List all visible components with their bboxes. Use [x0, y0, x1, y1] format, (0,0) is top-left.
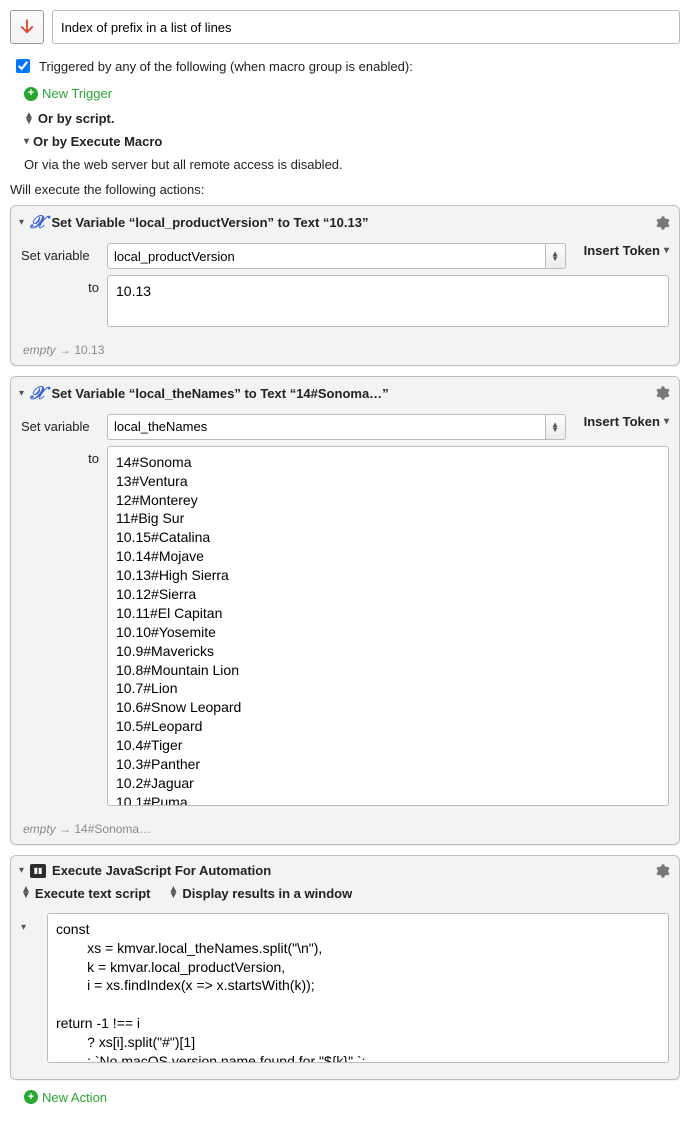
new-trigger-button[interactable]: + New Trigger: [24, 86, 680, 101]
status-line: empty → 14#Sonoma…: [11, 822, 679, 844]
action-set-variable-productversion: ▾ 𝒳 Set Variable “local_productVersion” …: [10, 205, 680, 366]
value-textarea[interactable]: [107, 446, 669, 806]
sort-icon: ▲▼: [21, 887, 31, 899]
variable-icon: 𝒳: [30, 212, 45, 233]
action-title: Set Variable “local_theNames” to Text “1…: [52, 386, 647, 401]
macro-title-input[interactable]: [52, 10, 680, 44]
variable-dropdown[interactable]: ▲▼: [546, 243, 566, 269]
execute-text-script-select[interactable]: ▲▼ Execute text script: [21, 886, 151, 901]
action-execute-jxa: ▾ ▮▮ Execute JavaScript For Automation ▲…: [10, 855, 680, 1080]
set-variable-label: Set variable: [21, 243, 99, 263]
macro-icon: [10, 10, 44, 44]
disclosure-icon[interactable]: ▾: [19, 388, 24, 399]
code-disclosure[interactable]: ▾: [21, 913, 39, 933]
to-label: to: [21, 275, 99, 295]
disclosure-icon[interactable]: ▾: [19, 217, 24, 228]
new-trigger-label: New Trigger: [42, 86, 112, 101]
will-execute-label: Will execute the following actions:: [10, 182, 680, 197]
disclosure-icon[interactable]: ▾: [19, 865, 24, 876]
gear-icon[interactable]: [653, 384, 671, 402]
gear-icon[interactable]: [653, 214, 671, 232]
insert-token-button[interactable]: Insert Token ▾: [584, 414, 669, 429]
sort-icon: ▲▼: [169, 887, 179, 899]
triggered-by-checkbox[interactable]: Triggered by any of the following (when …: [12, 56, 680, 76]
action-title: Execute JavaScript For Automation: [52, 863, 647, 878]
terminal-icon: ▮▮: [30, 864, 46, 878]
action-set-variable-thenames: ▾ 𝒳 Set Variable “local_theNames” to Tex…: [10, 376, 680, 845]
plus-icon: +: [24, 87, 38, 101]
set-variable-label: Set variable: [21, 414, 99, 434]
chevron-down-icon: ▾: [664, 245, 669, 256]
variable-dropdown[interactable]: ▲▼: [546, 414, 566, 440]
action-title: Set Variable “local_productVersion” to T…: [52, 215, 647, 230]
triggered-by-label: Triggered by any of the following (when …: [39, 59, 413, 74]
via-web-server-label: Or via the web server but all remote acc…: [24, 157, 680, 172]
gear-icon[interactable]: [653, 862, 671, 880]
triggered-checkbox[interactable]: [16, 59, 30, 73]
variable-icon: 𝒳: [30, 383, 45, 404]
to-label: to: [21, 446, 99, 466]
display-results-select[interactable]: ▲▼ Display results in a window: [169, 886, 353, 901]
variable-name-input[interactable]: [107, 243, 546, 269]
sort-icon: ▲▼: [24, 113, 34, 125]
new-action-button[interactable]: + New Action: [24, 1090, 680, 1105]
or-by-execute-macro[interactable]: ▾ Or by Execute Macro: [24, 134, 680, 149]
chevron-down-icon: ▾: [24, 136, 29, 147]
plus-icon: +: [24, 1090, 38, 1104]
insert-token-button[interactable]: Insert Token ▾: [584, 243, 669, 258]
or-by-script[interactable]: ▲▼ Or by script.: [24, 111, 680, 126]
chevron-down-icon: ▾: [664, 416, 669, 427]
code-textarea[interactable]: [47, 913, 669, 1063]
status-line: empty → 10.13: [11, 343, 679, 365]
variable-name-input[interactable]: [107, 414, 546, 440]
new-action-label: New Action: [42, 1090, 107, 1105]
value-textarea[interactable]: [107, 275, 669, 327]
